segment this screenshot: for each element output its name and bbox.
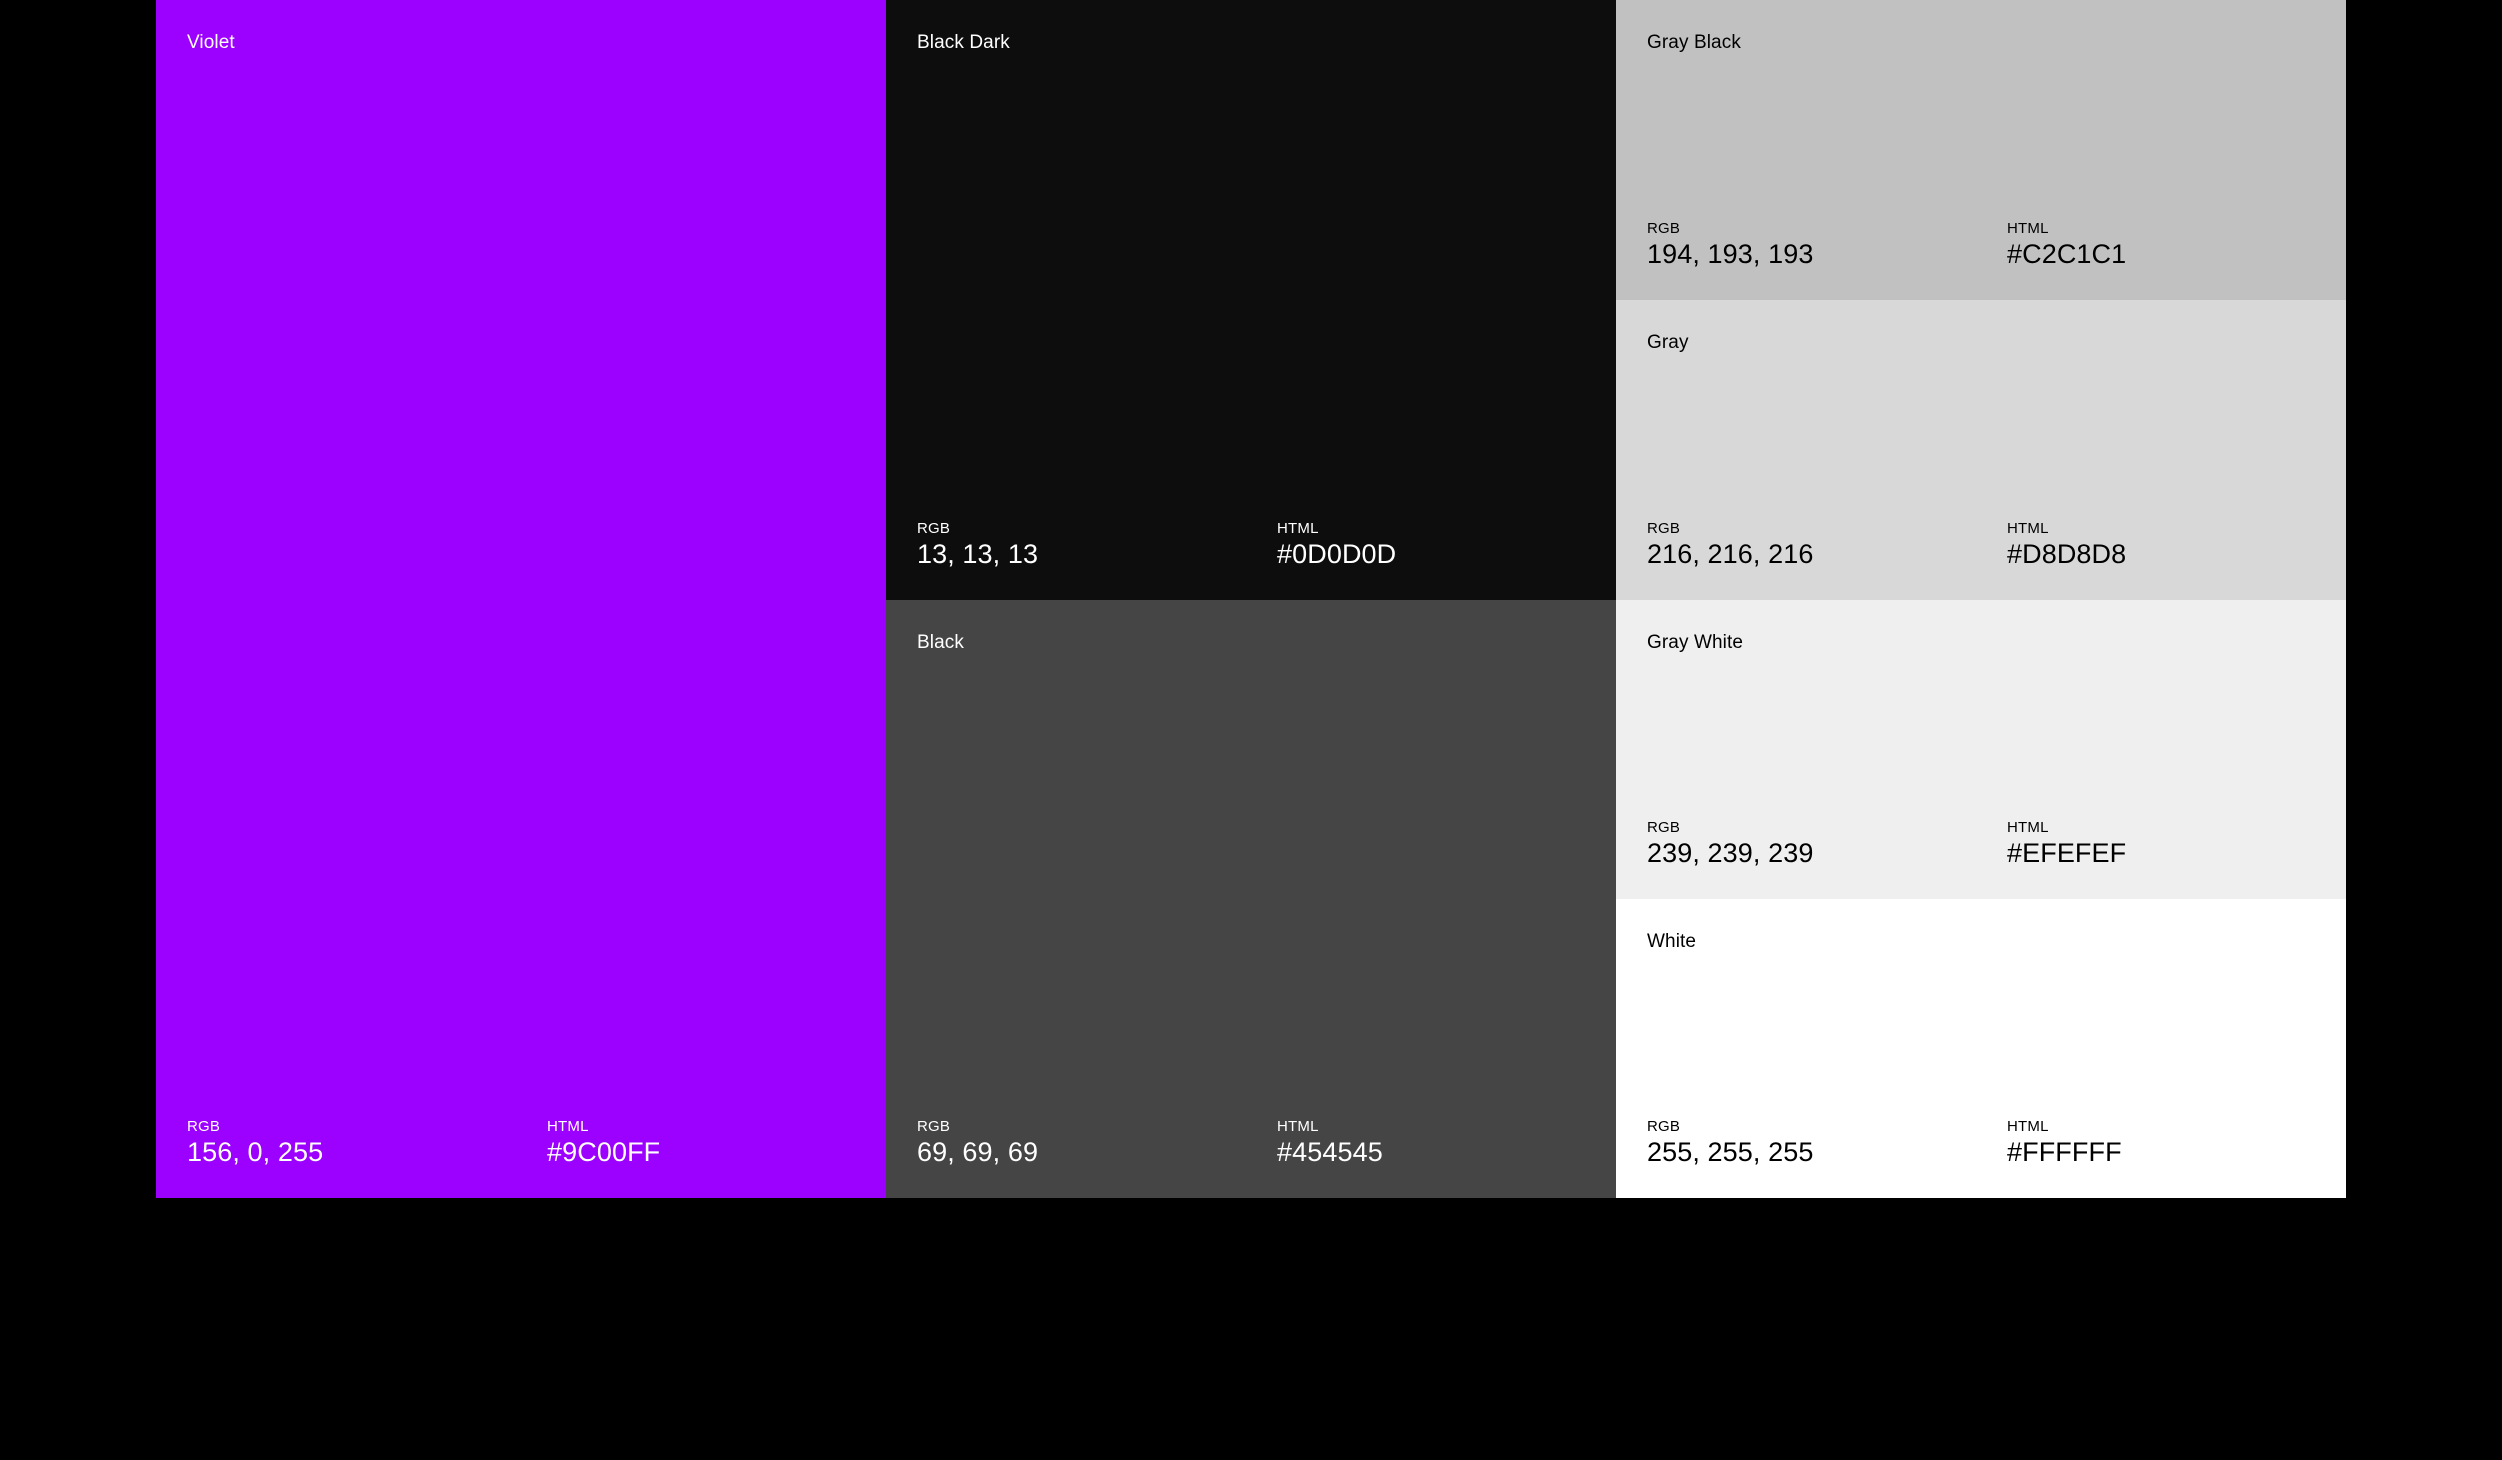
rgb-spec: RGB 239, 239, 239: [1647, 819, 1814, 869]
rgb-spec: RGB 255, 255, 255: [1647, 1118, 1814, 1168]
rgb-value: 239, 239, 239: [1647, 838, 1814, 868]
rgb-value: 255, 255, 255: [1647, 1137, 1814, 1167]
rgb-label: RGB: [917, 520, 951, 537]
rgb-value: 216, 216, 216: [1647, 539, 1814, 569]
swatch-name: White: [1647, 931, 1697, 952]
rgb-label: RGB: [1647, 220, 1681, 237]
html-label: HTML: [1277, 520, 1319, 537]
swatch-name: Black: [917, 632, 964, 653]
rgb-spec: RGB 13, 13, 13: [917, 520, 1039, 570]
html-spec: HTML #9C00FF: [547, 1118, 661, 1168]
html-spec: HTML #EFEFEF: [2007, 819, 2127, 869]
html-spec: HTML #D8D8D8: [2007, 520, 2127, 570]
html-label: HTML: [2007, 819, 2049, 836]
swatch-name: Gray White: [1647, 632, 1744, 653]
swatch-black: Black RGB 69, 69, 69 HTML #454545: [886, 600, 1616, 1198]
html-spec: HTML #454545: [1277, 1118, 1383, 1168]
rgb-label: RGB: [1647, 520, 1681, 537]
rgb-value: 156, 0, 255: [187, 1137, 324, 1167]
color-palette-grid: Violet RGB 156, 0, 255 HTML #9C00FF Blac…: [156, 0, 2346, 1198]
rgb-value: 69, 69, 69: [917, 1137, 1039, 1167]
swatch-gray-black: Gray Black RGB 194, 193, 193 HTML #C2C1C…: [1616, 0, 2346, 300]
swatch-name: Gray: [1647, 332, 1689, 353]
swatch-name: Black Dark: [917, 32, 1010, 53]
html-value: #9C00FF: [547, 1137, 661, 1167]
html-label: HTML: [2007, 1118, 2049, 1135]
color-palette-page: Violet RGB 156, 0, 255 HTML #9C00FF Blac…: [0, 0, 2502, 1460]
rgb-spec: RGB 194, 193, 193: [1647, 220, 1814, 270]
rgb-spec: RGB 69, 69, 69: [917, 1118, 1039, 1168]
html-label: HTML: [2007, 520, 2049, 537]
swatch-white: White RGB 255, 255, 255 HTML #FFFFFF: [1616, 899, 2346, 1198]
rgb-value: 194, 193, 193: [1647, 239, 1814, 269]
html-spec: HTML #FFFFFF: [2007, 1118, 2122, 1168]
swatch-name: Violet: [187, 32, 235, 53]
rgb-spec: RGB 216, 216, 216: [1647, 520, 1814, 570]
html-label: HTML: [547, 1118, 589, 1135]
html-label: HTML: [1277, 1118, 1319, 1135]
html-spec: HTML #C2C1C1: [2007, 220, 2127, 270]
rgb-value: 13, 13, 13: [917, 539, 1039, 569]
rgb-spec: RGB 156, 0, 255: [187, 1118, 324, 1168]
rgb-label: RGB: [187, 1118, 221, 1135]
swatch-violet: Violet RGB 156, 0, 255 HTML #9C00FF: [156, 0, 886, 1198]
swatch-gray: Gray RGB 216, 216, 216 HTML #D8D8D8: [1616, 300, 2346, 600]
html-value: #FFFFFF: [2007, 1137, 2122, 1167]
html-spec: HTML #0D0D0D: [1277, 520, 1397, 570]
rgb-label: RGB: [917, 1118, 951, 1135]
html-value: #454545: [1277, 1137, 1383, 1167]
html-value: #C2C1C1: [2007, 239, 2127, 269]
html-value: #0D0D0D: [1277, 539, 1397, 569]
html-value: #D8D8D8: [2007, 539, 2127, 569]
html-label: HTML: [2007, 220, 2049, 237]
swatch-gray-white: Gray White RGB 239, 239, 239 HTML #EFEFE…: [1616, 600, 2346, 899]
swatch-name: Gray Black: [1647, 32, 1741, 53]
swatch-black-dark: Black Dark RGB 13, 13, 13 HTML #0D0D0D: [886, 0, 1616, 600]
html-value: #EFEFEF: [2007, 838, 2127, 868]
rgb-label: RGB: [1647, 1118, 1681, 1135]
rgb-label: RGB: [1647, 819, 1681, 836]
